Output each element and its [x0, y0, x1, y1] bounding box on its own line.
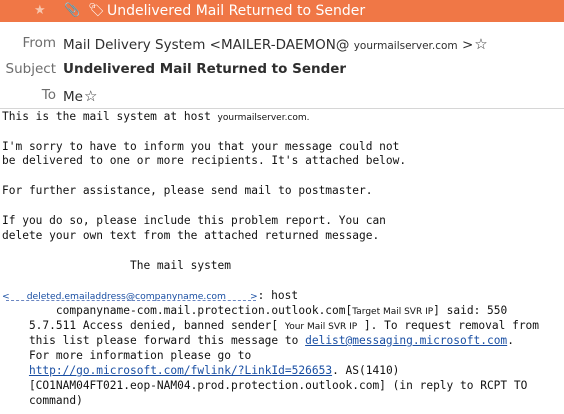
tab-title: Undelivered Mail Returned to Sender [107, 3, 366, 19]
subject-value: Undelivered Mail Returned to Sender [63, 61, 347, 77]
body-line: For further assistance, please send mail… [2, 184, 373, 197]
body-line: This is the mail system at host yourmail… [2, 110, 310, 125]
star-icon[interactable]: ☆ [84, 87, 97, 105]
fwlink-link[interactable]: http://go.microsoft.com/fwlink/?LinkId=5… [29, 364, 332, 377]
header-divider [0, 108, 564, 109]
from-value[interactable]: Mail Delivery System <MAILER-DAEMON@ you… [63, 35, 488, 53]
from-name: Mail Delivery System <MAILER-DAEMON@ [63, 37, 350, 53]
body-line: this list please forward this message to… [2, 334, 514, 348]
body-line: be delivered to one or more recipients. … [2, 154, 407, 167]
body-text: this list please forward this message to [2, 334, 306, 347]
body-line: delete your own text from the attached r… [2, 229, 380, 242]
signature-line: The mail system [2, 259, 232, 272]
body-text: ]. To request removal from [357, 319, 540, 332]
body-text: This is the mail system at host [2, 110, 218, 123]
body-line: I'm sorry to have to inform you that you… [2, 140, 400, 153]
tag-icon: 🏷 [88, 3, 105, 18]
body-text: companyname-com.mail.protection.outlook.… [2, 304, 353, 317]
body-text: 5.7.511 Access denied, banned sender[ [2, 319, 285, 332]
body-line: [CO1NAM04FT021.eop-NAM04.prod.protection… [2, 379, 528, 392]
star-icon[interactable]: ☆ [474, 35, 487, 53]
from-domain: yourmailserver.com [353, 40, 458, 52]
body-text: . [507, 334, 514, 347]
subject-label: Subject [5, 61, 56, 77]
body-line: If you do so, please include this proble… [2, 214, 386, 227]
recipient-underline [6, 300, 256, 301]
body-text: . AS(1410) [332, 364, 400, 377]
body-line: For more information please go to [2, 349, 252, 362]
body-text [2, 364, 29, 377]
recipient-line: < deleted.emailaddress@companyname.com >: … [2, 289, 298, 304]
body-text: ] said: 550 [433, 304, 508, 317]
your-ip-placeholder: Your Mail SVR IP [284, 322, 358, 332]
to-name: Me [63, 89, 83, 105]
delist-email-link[interactable]: delist@messaging.microsoft.com [305, 334, 507, 347]
attachment-icon: 📎 [64, 3, 81, 18]
to-label: To [41, 87, 56, 103]
star-icon[interactable]: ★ [34, 2, 46, 20]
recipient-rest: : host [257, 289, 299, 302]
body-line: http://go.microsoft.com/fwlink/?LinkId=5… [2, 364, 399, 378]
target-ip-placeholder: Target Mail SVR IP [352, 307, 434, 317]
server-name: yourmailserver.com. [217, 113, 310, 123]
body-line: 5.7.511 Access denied, banned sender[ Yo… [2, 319, 539, 334]
message-tab[interactable]: ★ 📎 🏷 Undelivered Mail Returned to Sende… [0, 0, 564, 22]
body-line: command) [2, 394, 83, 407]
from-label: From [22, 35, 56, 51]
body-line: companyname-com.mail.protection.outlook.… [2, 304, 507, 319]
from-close: > [461, 37, 474, 53]
to-value[interactable]: Me☆ [63, 87, 97, 105]
